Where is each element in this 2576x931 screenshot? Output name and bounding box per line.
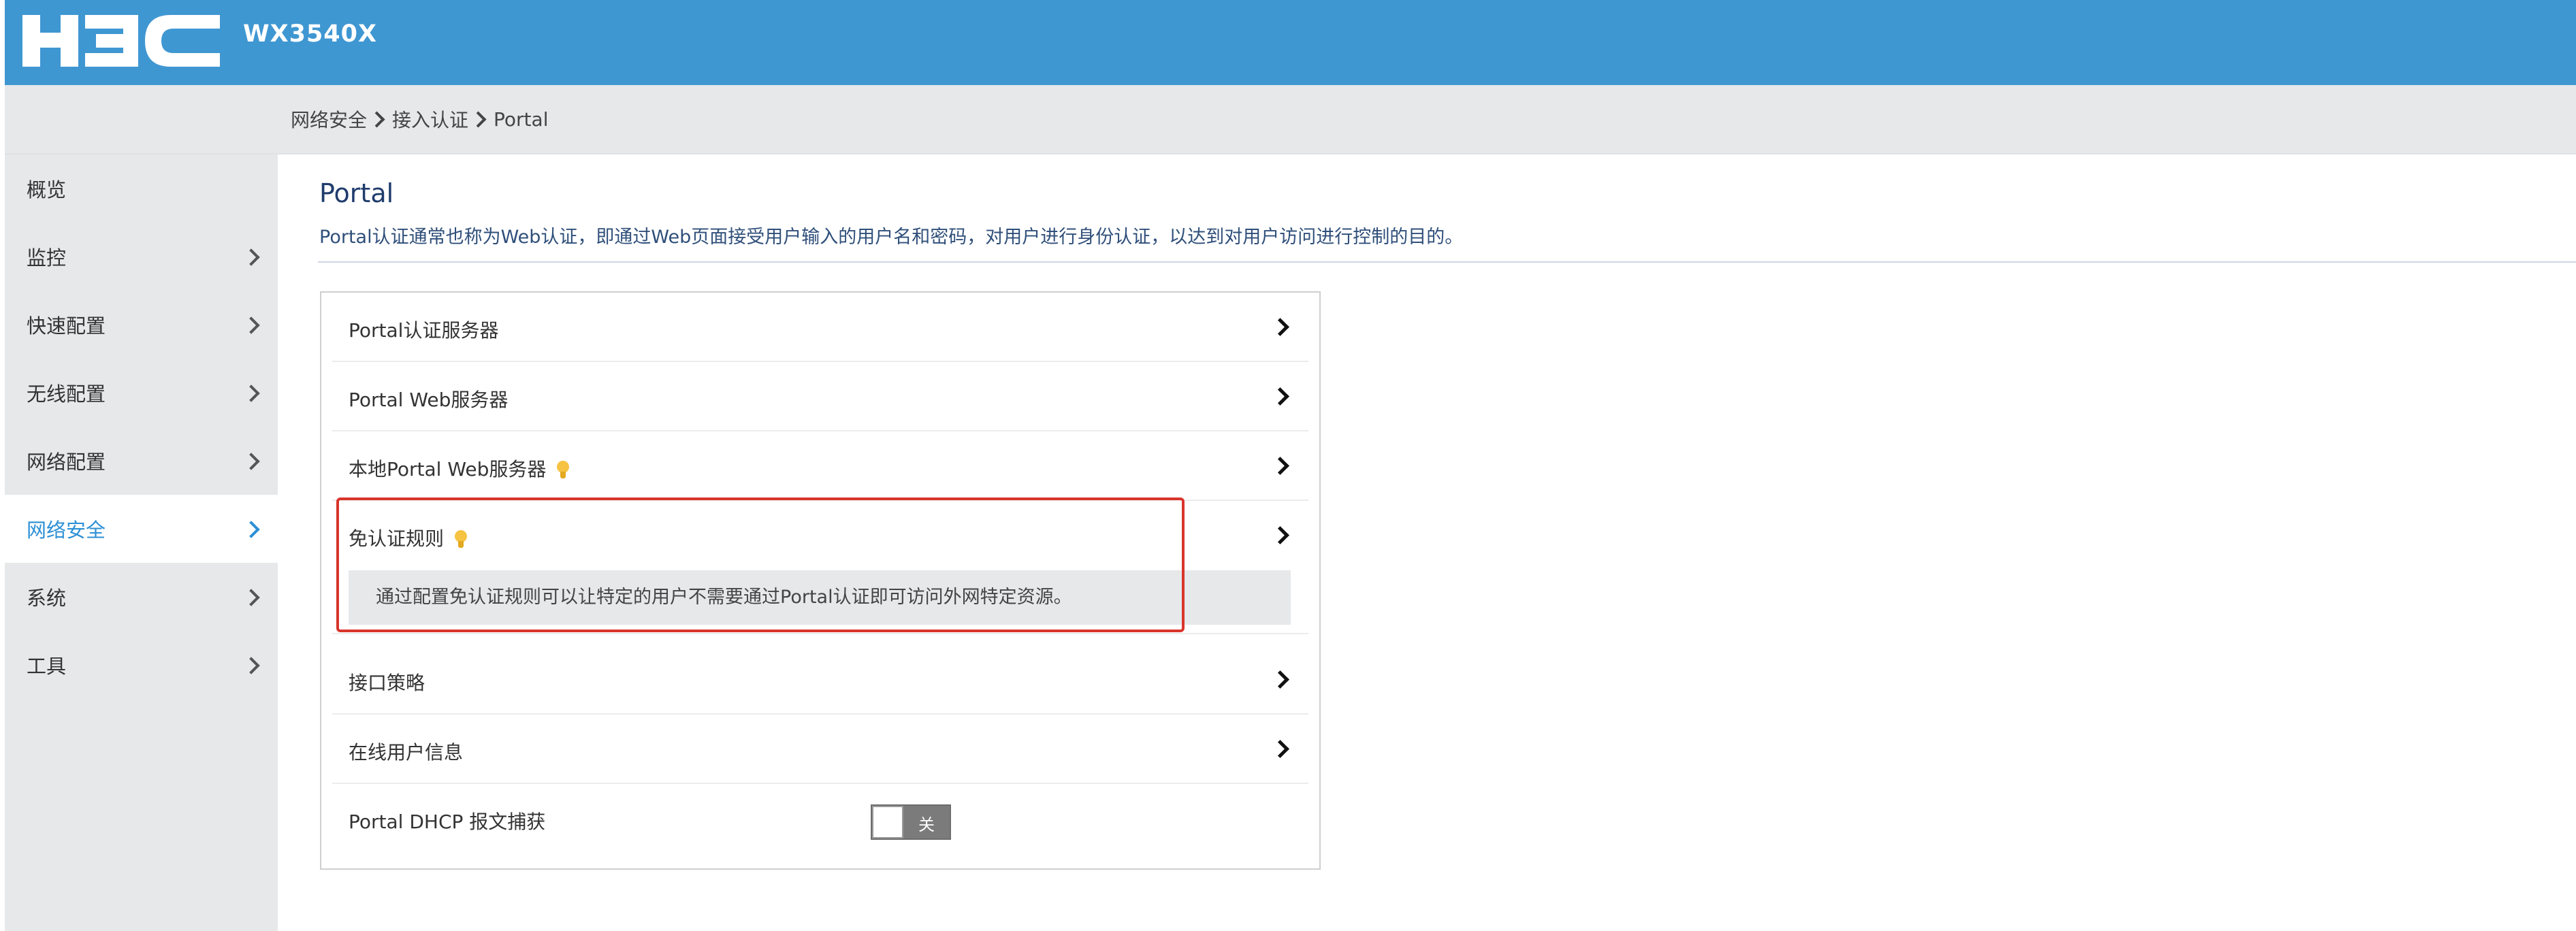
sidebar-item-network-security[interactable]: 网络安全 [5, 495, 278, 563]
row-portal-auth-server[interactable]: Portal认证服务器 [332, 293, 1308, 362]
page-title: Portal [319, 178, 394, 208]
divider [318, 261, 2576, 263]
sidebar-item-label: 网络安全 [27, 519, 106, 542]
sidebar-item-label: 无线配置 [27, 382, 106, 406]
lightbulb-hint-icon[interactable] [557, 461, 570, 478]
chevron-right-icon [242, 589, 260, 606]
sidebar-item-overview[interactable]: 概览 [5, 154, 278, 223]
device-model: WX3540X [243, 20, 377, 48]
sidebar-item-label: 工具 [27, 655, 67, 678]
toggle-state-label: 关 [918, 815, 935, 834]
chevron-right-icon [242, 385, 260, 402]
page-description: Portal认证通常也称为Web认证，即通过Web页面接受用户输入的用户名和密码… [319, 227, 1464, 248]
toggle-knob [872, 806, 903, 838]
sidebar-item-network-config[interactable]: 网络配置 [5, 427, 278, 495]
row-portal-dhcp-capture: Portal DHCP 报文捕获 [332, 784, 1308, 852]
chevron-right-icon [242, 316, 260, 334]
chevron-right-icon [1271, 670, 1289, 689]
row-online-user-info[interactable]: 在线用户信息 [332, 715, 1308, 784]
sidebar: 概览 监控 快速配置 无线配置 网络配置 网络安全 系统 工具 [5, 154, 278, 931]
sidebar-item-label: 概览 [27, 178, 67, 201]
chevron-right-icon [1271, 457, 1289, 475]
row-label: Portal认证服务器 [349, 319, 499, 342]
chevron-right-icon [470, 110, 487, 128]
row-label: 接口策略 [349, 672, 425, 694]
chevron-right-icon [368, 110, 385, 128]
chevron-right-icon [1271, 740, 1289, 758]
row-interface-policy[interactable]: 接口策略 [332, 645, 1308, 715]
sidebar-item-quick-config[interactable]: 快速配置 [5, 291, 278, 359]
sidebar-item-label: 快速配置 [27, 314, 106, 338]
chevron-right-icon [1271, 318, 1289, 336]
chevron-right-icon [1271, 387, 1289, 406]
highlight-box [336, 497, 1185, 632]
breadcrumb-bar: 网络安全 接入认证 Portal [5, 85, 2576, 154]
dhcp-capture-toggle[interactable]: 关 [871, 804, 951, 840]
sidebar-item-monitor[interactable]: 监控 [5, 223, 278, 291]
chevron-right-icon [1271, 526, 1289, 544]
row-label: 在线用户信息 [349, 741, 464, 764]
sidebar-item-label: 系统 [27, 587, 67, 610]
top-bar: WX3540X [5, 0, 2576, 85]
sidebar-item-label: 监控 [27, 246, 67, 270]
row-local-portal-web-server[interactable]: 本地Portal Web服务器 [332, 431, 1308, 501]
chevron-right-icon [242, 521, 260, 538]
chevron-right-icon [242, 453, 260, 470]
breadcrumb-item-network-security[interactable]: 网络安全 [291, 105, 367, 133]
sidebar-item-label: 网络配置 [27, 451, 106, 474]
row-label: Portal Web服务器 [349, 389, 509, 411]
row-label: 本地Portal Web服务器 [349, 458, 547, 480]
sidebar-item-system[interactable]: 系统 [5, 563, 278, 631]
row-portal-web-server[interactable]: Portal Web服务器 [332, 362, 1308, 431]
chevron-right-icon [242, 248, 260, 266]
row-label: Portal DHCP 报文捕获 [349, 811, 546, 833]
app-frame: WX3540X 网络安全 接入认证 Portal 概览 监控 快速配置 无线配置… [5, 0, 2576, 931]
h3c-logo [22, 15, 220, 67]
sidebar-item-wireless-config[interactable]: 无线配置 [5, 359, 278, 427]
chevron-right-icon [242, 657, 260, 674]
breadcrumb: 网络安全 接入认证 Portal [291, 105, 548, 133]
breadcrumb-item-access-auth[interactable]: 接入认证 [392, 105, 468, 133]
sidebar-item-tools[interactable]: 工具 [5, 631, 278, 699]
breadcrumb-item-portal: Portal [494, 108, 549, 131]
